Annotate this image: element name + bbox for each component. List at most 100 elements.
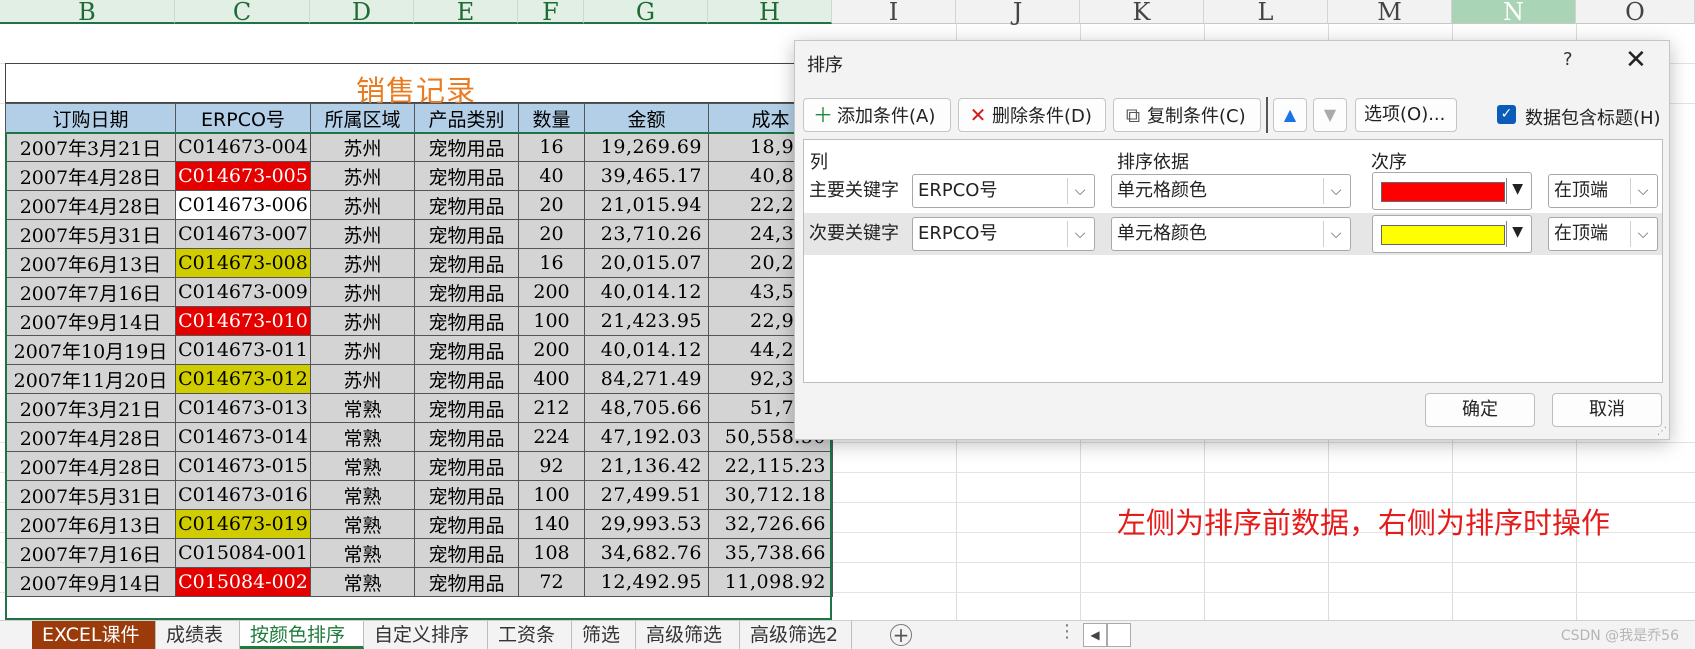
cell-date[interactable]: 2007年4月28日 (5, 422, 176, 452)
cell-qty[interactable]: 100 (518, 306, 585, 336)
cell-code[interactable]: C014673-016 (175, 480, 311, 510)
column-header-o[interactable]: O (1576, 0, 1695, 24)
cell-qty[interactable]: 20 (518, 190, 585, 220)
copy-level-button[interactable]: ⧉ 复制条件(C) (1113, 98, 1261, 132)
cell-code[interactable]: C015084-002 (175, 567, 311, 597)
cell-qty[interactable]: 108 (518, 538, 585, 568)
cell-date[interactable]: 2007年4月28日 (5, 190, 176, 220)
sheet-tab-grades[interactable]: 成绩表 (156, 621, 240, 649)
cell-date[interactable]: 2007年6月13日 (5, 509, 176, 539)
column-header-i[interactable]: I (832, 0, 956, 24)
cell-code[interactable]: C014673-004 (175, 132, 311, 162)
cell-amount[interactable]: 84,271.49 (584, 364, 709, 394)
secondary-column-select[interactable]: ERPCO号 ⌵ (912, 217, 1095, 251)
cell-region[interactable]: 苏州 (310, 277, 415, 307)
column-header-e[interactable]: E (414, 0, 518, 24)
cell-category[interactable]: 宠物用品 (414, 161, 519, 191)
cell-code[interactable]: C015084-001 (175, 538, 311, 568)
cell-category[interactable]: 宠物用品 (414, 480, 519, 510)
cell-code[interactable]: C014673-011 (175, 335, 311, 365)
cell-category[interactable]: 宠物用品 (414, 509, 519, 539)
cell-category[interactable]: 宠物用品 (414, 190, 519, 220)
cell-qty[interactable]: 212 (518, 393, 585, 423)
cell-amount[interactable]: 29,993.53 (584, 509, 709, 539)
column-header-f[interactable]: F (518, 0, 584, 24)
cell-category[interactable]: 宠物用品 (414, 422, 519, 452)
cell-region[interactable]: 常熟 (310, 422, 415, 452)
primary-color-picker[interactable]: ▼ (1372, 172, 1532, 210)
move-up-button[interactable]: ▲ (1273, 98, 1307, 132)
has-headers-label[interactable]: 数据包含标题(H) (1525, 104, 1661, 130)
cell-qty[interactable]: 224 (518, 422, 585, 452)
help-button[interactable]: ? (1563, 49, 1573, 70)
cell-code[interactable]: C014673-019 (175, 509, 311, 539)
ok-button[interactable]: 确定 (1425, 393, 1535, 427)
header-category[interactable]: 产品类别 (414, 103, 519, 133)
has-headers-checkbox[interactable]: ✓ (1497, 105, 1516, 124)
cell-amount[interactable]: 19,269.69 (584, 132, 709, 162)
primary-sort-on-select[interactable]: 单元格颜色 ⌵ (1111, 174, 1351, 208)
cell-qty[interactable]: 100 (518, 480, 585, 510)
cell-category[interactable]: 宠物用品 (414, 219, 519, 249)
column-header-k[interactable]: K (1080, 0, 1204, 24)
sheet-tab-advanced-filter[interactable]: 高级筛选 (636, 621, 740, 649)
sheet-title-cell[interactable]: 销售记录 (5, 63, 832, 108)
cell-region[interactable]: 常熟 (310, 567, 415, 597)
sheet-tab-filter[interactable]: 筛选 (572, 621, 636, 649)
cell-category[interactable]: 宠物用品 (414, 306, 519, 336)
add-sheet-button[interactable]: + (890, 624, 912, 646)
cell-code[interactable]: C014673-015 (175, 451, 311, 481)
cell-region[interactable]: 苏州 (310, 335, 415, 365)
cell-amount[interactable]: 23,710.26 (584, 219, 709, 249)
sheet-tab-custom-sort[interactable]: 自定义排序 (364, 621, 488, 649)
cell-amount[interactable]: 20,015.07 (584, 248, 709, 278)
cell-date[interactable]: 2007年4月28日 (5, 161, 176, 191)
cell-region[interactable]: 苏州 (310, 132, 415, 162)
column-header-h[interactable]: H (708, 0, 832, 24)
cell-amount[interactable]: 21,015.94 (584, 190, 709, 220)
cell-qty[interactable]: 200 (518, 277, 585, 307)
secondary-sort-on-select[interactable]: 单元格颜色 ⌵ (1111, 217, 1351, 251)
sheet-tab-payslip[interactable]: 工资条 (488, 621, 572, 649)
header-region[interactable]: 所属区域 (310, 103, 415, 133)
cell-region[interactable]: 常熟 (310, 393, 415, 423)
sheet-tab-advanced-filter-2[interactable]: 高级筛选2 (740, 621, 852, 649)
cell-category[interactable]: 宠物用品 (414, 451, 519, 481)
cell-amount[interactable]: 12,492.95 (584, 567, 709, 597)
close-button[interactable]: ✕ (1625, 45, 1647, 75)
cell-date[interactable]: 2007年6月13日 (5, 248, 176, 278)
cell-category[interactable]: 宠物用品 (414, 335, 519, 365)
cell-region[interactable]: 苏州 (310, 248, 415, 278)
cell-code[interactable]: C014673-012 (175, 364, 311, 394)
header-erpco[interactable]: ERPCO号 (175, 103, 311, 133)
cell-date[interactable]: 2007年5月31日 (5, 219, 176, 249)
add-level-button[interactable]: ＋添加条件(A) (803, 98, 951, 132)
cell-code[interactable]: C014673-008 (175, 248, 311, 278)
cell-amount[interactable]: 40,014.12 (584, 335, 709, 365)
cell-region[interactable]: 苏州 (310, 306, 415, 336)
options-button[interactable]: 选项(O)... (1355, 98, 1457, 132)
column-header-b[interactable]: B (0, 0, 175, 24)
cell-date[interactable]: 2007年7月16日 (5, 538, 176, 568)
move-down-button[interactable]: ▼ (1313, 98, 1347, 132)
secondary-position-select[interactable]: 在顶端 ⌵ (1548, 217, 1658, 251)
cell-amount[interactable]: 27,499.51 (584, 480, 709, 510)
secondary-color-picker[interactable]: ▼ (1372, 215, 1532, 253)
column-header-j[interactable]: J (956, 0, 1080, 24)
horizontal-scrollbar[interactable] (1107, 623, 1131, 647)
cell-code[interactable]: C014673-007 (175, 219, 311, 249)
cell-region[interactable]: 苏州 (310, 364, 415, 394)
cell-cost[interactable]: 35,738.66 (708, 538, 833, 568)
cell-code[interactable]: C014673-014 (175, 422, 311, 452)
column-header-c[interactable]: C (175, 0, 310, 24)
cell-region[interactable]: 苏州 (310, 219, 415, 249)
cancel-button[interactable]: 取消 (1552, 393, 1662, 427)
cell-category[interactable]: 宠物用品 (414, 364, 519, 394)
column-header-g[interactable]: G (584, 0, 708, 24)
cell-qty[interactable]: 92 (518, 451, 585, 481)
cell-date[interactable]: 2007年9月14日 (5, 567, 176, 597)
cell-category[interactable]: 宠物用品 (414, 277, 519, 307)
cell-qty[interactable]: 40 (518, 161, 585, 191)
cell-code[interactable]: C014673-005 (175, 161, 311, 191)
cell-category[interactable]: 宠物用品 (414, 248, 519, 278)
